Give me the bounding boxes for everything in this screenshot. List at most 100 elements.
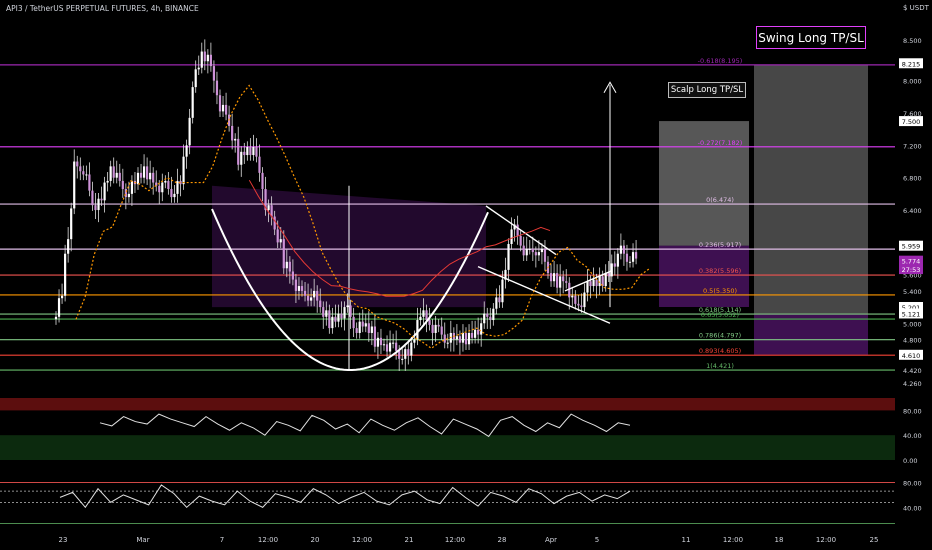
scalp-long-label: Scalp Long TP/SL [668,82,746,98]
candle-body [625,253,629,262]
candle-body [492,308,495,321]
candle-body [470,332,474,338]
candle-body [197,67,200,70]
candle-body [306,295,310,301]
y-tick-label: 4.420 [903,367,922,375]
x-tick-label: 18 [775,536,784,544]
candle-body [425,310,428,321]
x-tick-label: Mar [136,536,149,544]
fib-label: 0(6.474) [706,196,734,204]
candle-body [146,166,149,180]
candle-body [416,320,419,340]
candle-body [106,180,109,183]
candle-body [589,281,592,287]
candle-body [170,189,173,198]
candle-body [282,239,285,269]
candle-body [200,51,203,68]
rsi-level-label: 80.00 [903,407,922,415]
y-tick-label: 8.000 [903,78,922,86]
rsi-level-label: 0.00 [903,457,917,465]
chart-canvas[interactable]: -0.618(8.195) -0.272(7.182) 0(6.474) 0.236(… [0,0,932,550]
candle-body [303,290,307,296]
candle-body [355,328,358,333]
candle-body [510,229,513,245]
candle-body [543,248,547,262]
candle-body [349,305,352,317]
candle-body [297,286,301,291]
candle-body [498,297,501,303]
x-tick-label: 12:00 [445,536,465,544]
candle-body [67,239,70,254]
candle-body [495,297,498,309]
candle-body [234,138,237,141]
candle-body [531,248,534,253]
candle-body [276,229,279,243]
candle-body [161,182,164,193]
price-badge-text: 5.121 [902,310,921,318]
candle-body [552,273,556,282]
y-tick-label: 6.400 [903,207,922,215]
candle-body [109,166,112,181]
swing-long-label: Swing Long TP/SL [756,26,866,49]
candle-body [243,151,246,156]
axis-unit: $ USDT [903,4,929,12]
candle-body [467,332,471,345]
candle-body [528,248,531,250]
candle-body [70,208,73,240]
candle-body [431,324,434,333]
fib-label: 0.236(5.917) [699,241,741,249]
candle-body [486,313,489,317]
candle-body [167,180,170,190]
candle-body [464,332,468,345]
candle-body [237,138,240,165]
candle-body [537,252,540,256]
osc-level-label: 40.00 [903,504,922,512]
x-tick-label: 12:00 [258,536,278,544]
candle-body [188,117,191,146]
candle-body [507,244,510,270]
x-tick-label: Apr [545,536,557,544]
candle-body [440,326,443,335]
candle-body [525,248,528,256]
candle-body [489,316,492,321]
candle-body [613,263,616,267]
candle-body [480,323,483,335]
candle-body [392,342,395,344]
candle-body [64,253,67,296]
candle-body [182,156,185,185]
candle-body [559,276,562,288]
candle-body [316,290,319,301]
candle-body [54,316,58,320]
candle-body [622,245,626,254]
candle-body [273,216,276,230]
price-badge-text: 4.610 [902,352,921,360]
candle-body [79,166,82,172]
candle-body [367,323,370,333]
candle-body [73,161,76,209]
candle-body [419,316,422,321]
candle-body [522,245,525,256]
candle-body [294,279,298,291]
fib-label: -0.272(7.182) [698,139,743,147]
fib-label: 0.65(5.052) [701,311,739,319]
candle-body [577,303,580,306]
candle-body [413,339,416,343]
candle-body [437,324,440,327]
candle-body [249,146,252,156]
candle-body [388,342,392,352]
x-tick-label: 12:00 [723,536,743,544]
candle-body [252,146,255,156]
candle-body [139,172,143,178]
candle-body [194,69,197,88]
candle-body [592,279,595,287]
price-badge-text: 27:53 [902,266,921,274]
candle-body [373,326,376,347]
candle-body [583,292,586,308]
price-badge-text: 8.215 [902,60,921,68]
candle-body [164,180,167,183]
candle-body [586,281,589,293]
candle-body [127,193,130,198]
candle-body [209,54,212,67]
candle-body [364,323,367,327]
rsi-overbought-zone [0,398,895,411]
